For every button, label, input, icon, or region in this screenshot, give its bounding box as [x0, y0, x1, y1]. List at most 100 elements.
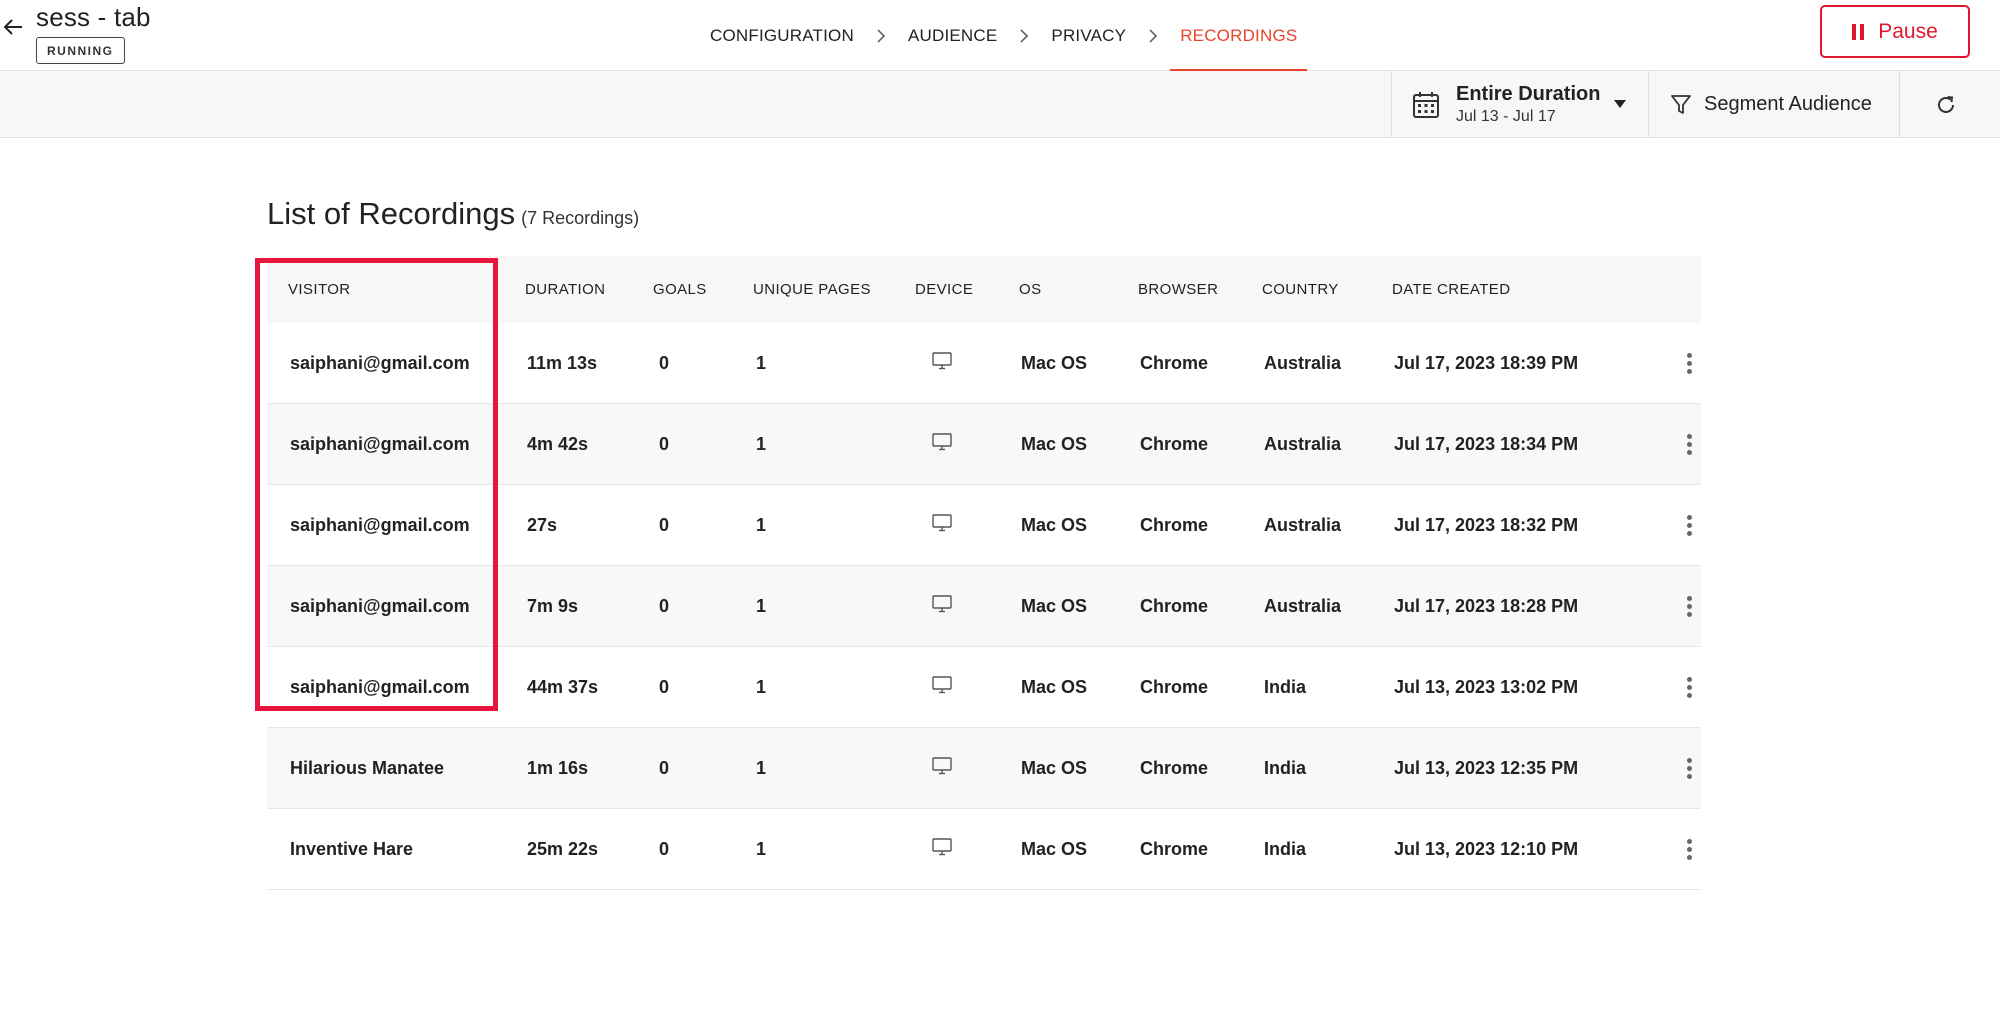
column-header-date-created: DATE CREATED — [1392, 281, 1511, 298]
row-menu-button[interactable] — [1678, 592, 1701, 621]
cell-date-created: Jul 13, 2023 12:35 PM — [1394, 757, 1579, 778]
cell-browser: Chrome — [1140, 433, 1209, 454]
row-menu-button[interactable] — [1678, 349, 1701, 378]
pause-icon — [1852, 23, 1865, 40]
refresh-icon — [1938, 95, 1954, 113]
more-vertical-icon — [1683, 754, 1696, 783]
cell-device — [915, 351, 1019, 375]
cell-date-created: Jul 17, 2023 18:39 PM — [1394, 352, 1579, 373]
cell-browser: Chrome — [1140, 595, 1209, 616]
top-header: sess - tab RUNNING CONFIGURATION AUDIENC… — [0, 0, 2000, 72]
cell-device — [915, 432, 1019, 456]
cell-country: India — [1264, 838, 1307, 859]
cell-date-created: Jul 13, 2023 13:02 PM — [1394, 676, 1579, 697]
cell-os: Mac OS — [1021, 757, 1088, 778]
cell-device — [915, 837, 1019, 861]
pause-label: Pause — [1878, 19, 1938, 43]
cell-date-created: Jul 17, 2023 18:34 PM — [1394, 433, 1579, 454]
desktop-icon — [932, 837, 1019, 861]
cell-date-created: Jul 17, 2023 18:32 PM — [1394, 514, 1579, 535]
cell-browser: Chrome — [1140, 838, 1209, 859]
row-menu-button[interactable] — [1678, 673, 1701, 702]
list-title: List of Recordings — [267, 196, 516, 231]
cell-os: Mac OS — [1021, 352, 1088, 373]
arrow-left-icon — [3, 19, 22, 35]
tab-privacy[interactable]: PRIVACY — [1041, 0, 1136, 71]
cell-os: Mac OS — [1021, 595, 1088, 616]
cell-visitor: saiphani@gmail.com — [290, 433, 470, 454]
cell-duration: 25m 22s — [527, 838, 599, 859]
tab-recordings[interactable]: RECORDINGS — [1170, 0, 1308, 72]
cell-os: Mac OS — [1021, 514, 1088, 535]
cell-goals: 0 — [659, 757, 670, 778]
cell-browser: Chrome — [1140, 514, 1209, 535]
row-menu-button[interactable] — [1678, 835, 1701, 864]
desktop-icon — [932, 351, 1019, 375]
filter-icon — [1671, 94, 1691, 114]
column-header-os: OS — [1019, 281, 1042, 298]
cell-visitor: Hilarious Manatee — [290, 757, 445, 778]
segment-audience-button[interactable]: Segment Audience — [1650, 71, 1900, 138]
date-range-picker[interactable]: Entire Duration Jul 13 - Jul 17 — [1391, 71, 1649, 138]
more-vertical-icon — [1683, 592, 1696, 621]
back-button[interactable] — [0, 12, 26, 42]
column-header-duration: DURATION — [525, 281, 606, 298]
desktop-icon — [932, 675, 1019, 699]
cell-duration: 44m 37s — [527, 676, 599, 697]
cell-visitor: saiphani@gmail.com — [290, 676, 470, 697]
table-row[interactable]: saiphani@gmail.com 4m 42s 0 1 Mac OS Chrome Au… — [267, 404, 1701, 485]
pause-button[interactable]: Pause — [1820, 5, 1970, 58]
cell-os: Mac OS — [1021, 433, 1088, 454]
cell-device — [915, 756, 1019, 780]
table-row[interactable]: saiphani@gmail.com 11m 13s 0 1 Mac OS Chrome A… — [267, 323, 1701, 404]
cell-goals: 0 — [659, 595, 670, 616]
recordings-table: VISITOR DURATION GOALS UNIQUE PAGES DEVI… — [267, 256, 1701, 890]
cell-goals: 0 — [659, 514, 670, 535]
cell-country: Australia — [1264, 514, 1342, 535]
tab-configuration[interactable]: CONFIGURATION — [700, 0, 864, 71]
table-row[interactable]: Hilarious Manatee 1m 16s 0 1 Mac OS Chrome Ind… — [267, 728, 1701, 809]
cell-goals: 0 — [659, 676, 670, 697]
row-menu-button[interactable] — [1678, 754, 1701, 783]
date-range-value: Jul 13 - Jul 17 — [1456, 107, 1556, 125]
cell-unique-pages: 1 — [756, 352, 767, 373]
table-row[interactable]: saiphani@gmail.com 7m 9s 0 1 Mac OS Chrome Aus… — [267, 566, 1701, 647]
refresh-button[interactable] — [1901, 71, 1991, 138]
cell-duration: 27s — [527, 514, 558, 535]
cell-browser: Chrome — [1140, 352, 1209, 373]
cell-unique-pages: 1 — [756, 757, 767, 778]
column-header-country: COUNTRY — [1262, 281, 1339, 298]
page-title: sess - tab — [36, 2, 151, 32]
more-vertical-icon — [1683, 673, 1696, 702]
column-header-visitor: VISITOR — [288, 281, 351, 298]
column-header-device: DEVICE — [915, 281, 974, 298]
cell-unique-pages: 1 — [756, 676, 767, 697]
calendar-icon — [1413, 91, 1439, 118]
cell-duration: 4m 42s — [527, 433, 589, 454]
segment-audience-label: Segment Audience — [1704, 93, 1872, 115]
cell-goals: 0 — [659, 838, 670, 859]
row-menu-button[interactable] — [1678, 511, 1701, 540]
table-row[interactable]: saiphani@gmail.com 27s 0 1 Mac OS Chrome Austr… — [267, 485, 1701, 566]
cell-duration: 1m 16s — [527, 757, 589, 778]
cell-visitor: saiphani@gmail.com — [290, 352, 470, 373]
cell-visitor: saiphani@gmail.com — [290, 595, 470, 616]
cell-duration: 11m 13s — [527, 352, 598, 373]
more-vertical-icon — [1683, 511, 1696, 540]
table-row[interactable]: saiphani@gmail.com 44m 37s 0 1 Mac OS Chrome I… — [267, 647, 1701, 728]
list-heading: List of Recordings (7 Recordings) — [267, 196, 639, 232]
tab-audience[interactable]: AUDIENCE — [898, 0, 1007, 71]
status-badge: RUNNING — [36, 37, 125, 64]
cell-os: Mac OS — [1021, 676, 1088, 697]
cell-date-created: Jul 17, 2023 18:28 PM — [1394, 595, 1579, 616]
cell-device — [915, 675, 1019, 699]
chevron-right-icon — [1136, 0, 1170, 71]
cell-browser: Chrome — [1140, 757, 1209, 778]
cell-duration: 7m 9s — [527, 595, 579, 616]
row-menu-button[interactable] — [1678, 430, 1701, 459]
table-row[interactable]: Inventive Hare 25m 22s 0 1 Mac OS Chrome India… — [267, 809, 1701, 890]
cell-os: Mac OS — [1021, 838, 1088, 859]
chevron-right-icon — [864, 0, 898, 71]
cell-goals: 0 — [659, 352, 670, 373]
cell-unique-pages: 1 — [756, 838, 767, 859]
